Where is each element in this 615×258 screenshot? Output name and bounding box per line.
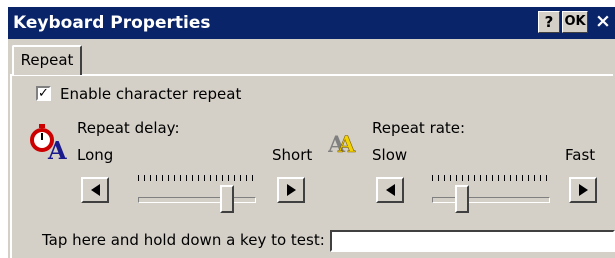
repeat-rate-max-label: Fast — [565, 146, 596, 164]
repeat-rate-icon: A A — [327, 120, 368, 160]
slider-track — [432, 197, 550, 203]
svg-text:A: A — [337, 132, 356, 158]
repeat-rate-thumb[interactable] — [454, 185, 469, 213]
svg-text:A: A — [47, 136, 67, 160]
help-button[interactable]: ? — [538, 11, 560, 33]
repeat-delay-slider[interactable] — [138, 175, 256, 219]
repeat-rate-slider[interactable] — [432, 175, 550, 219]
left-arrow-icon — [90, 184, 100, 196]
right-arrow-icon — [286, 184, 296, 196]
window-title: Keyboard Properties — [13, 13, 211, 33]
keyboard-properties-window: Keyboard Properties ? OK × Repeat ✓ Enab… — [8, 7, 615, 258]
repeat-rate-decrease-button[interactable] — [376, 177, 404, 203]
ok-button[interactable]: OK — [562, 11, 588, 33]
repeat-rate-increase-button[interactable] — [569, 177, 597, 203]
enable-repeat-label: Enable character repeat — [60, 85, 242, 103]
tab-repeat[interactable]: Repeat — [12, 45, 82, 75]
right-arrow-icon — [578, 184, 588, 196]
repeat-delay-icon: A — [28, 120, 68, 165]
test-input[interactable] — [330, 230, 615, 252]
repeat-delay-max-label: Short — [272, 146, 313, 164]
left-arrow-icon — [385, 184, 395, 196]
repeat-delay-thumb[interactable] — [219, 185, 234, 213]
slider-ticks — [432, 175, 550, 181]
test-field-label: Tap here and hold down a key to test: — [42, 231, 325, 249]
repeat-delay-increase-button[interactable] — [277, 177, 305, 203]
slider-track — [138, 197, 256, 203]
repeat-rate-label: Repeat rate: — [372, 119, 466, 137]
repeat-delay-label: Repeat delay: — [77, 119, 180, 137]
repeat-delay-decrease-button[interactable] — [81, 177, 109, 203]
title-bar: Keyboard Properties ? OK × — [8, 7, 615, 39]
enable-repeat-checkbox[interactable]: ✓ — [36, 86, 51, 101]
slider-ticks — [138, 175, 256, 181]
repeat-rate-min-label: Slow — [372, 146, 408, 164]
close-button[interactable]: × — [592, 11, 614, 33]
repeat-delay-min-label: Long — [77, 146, 114, 164]
